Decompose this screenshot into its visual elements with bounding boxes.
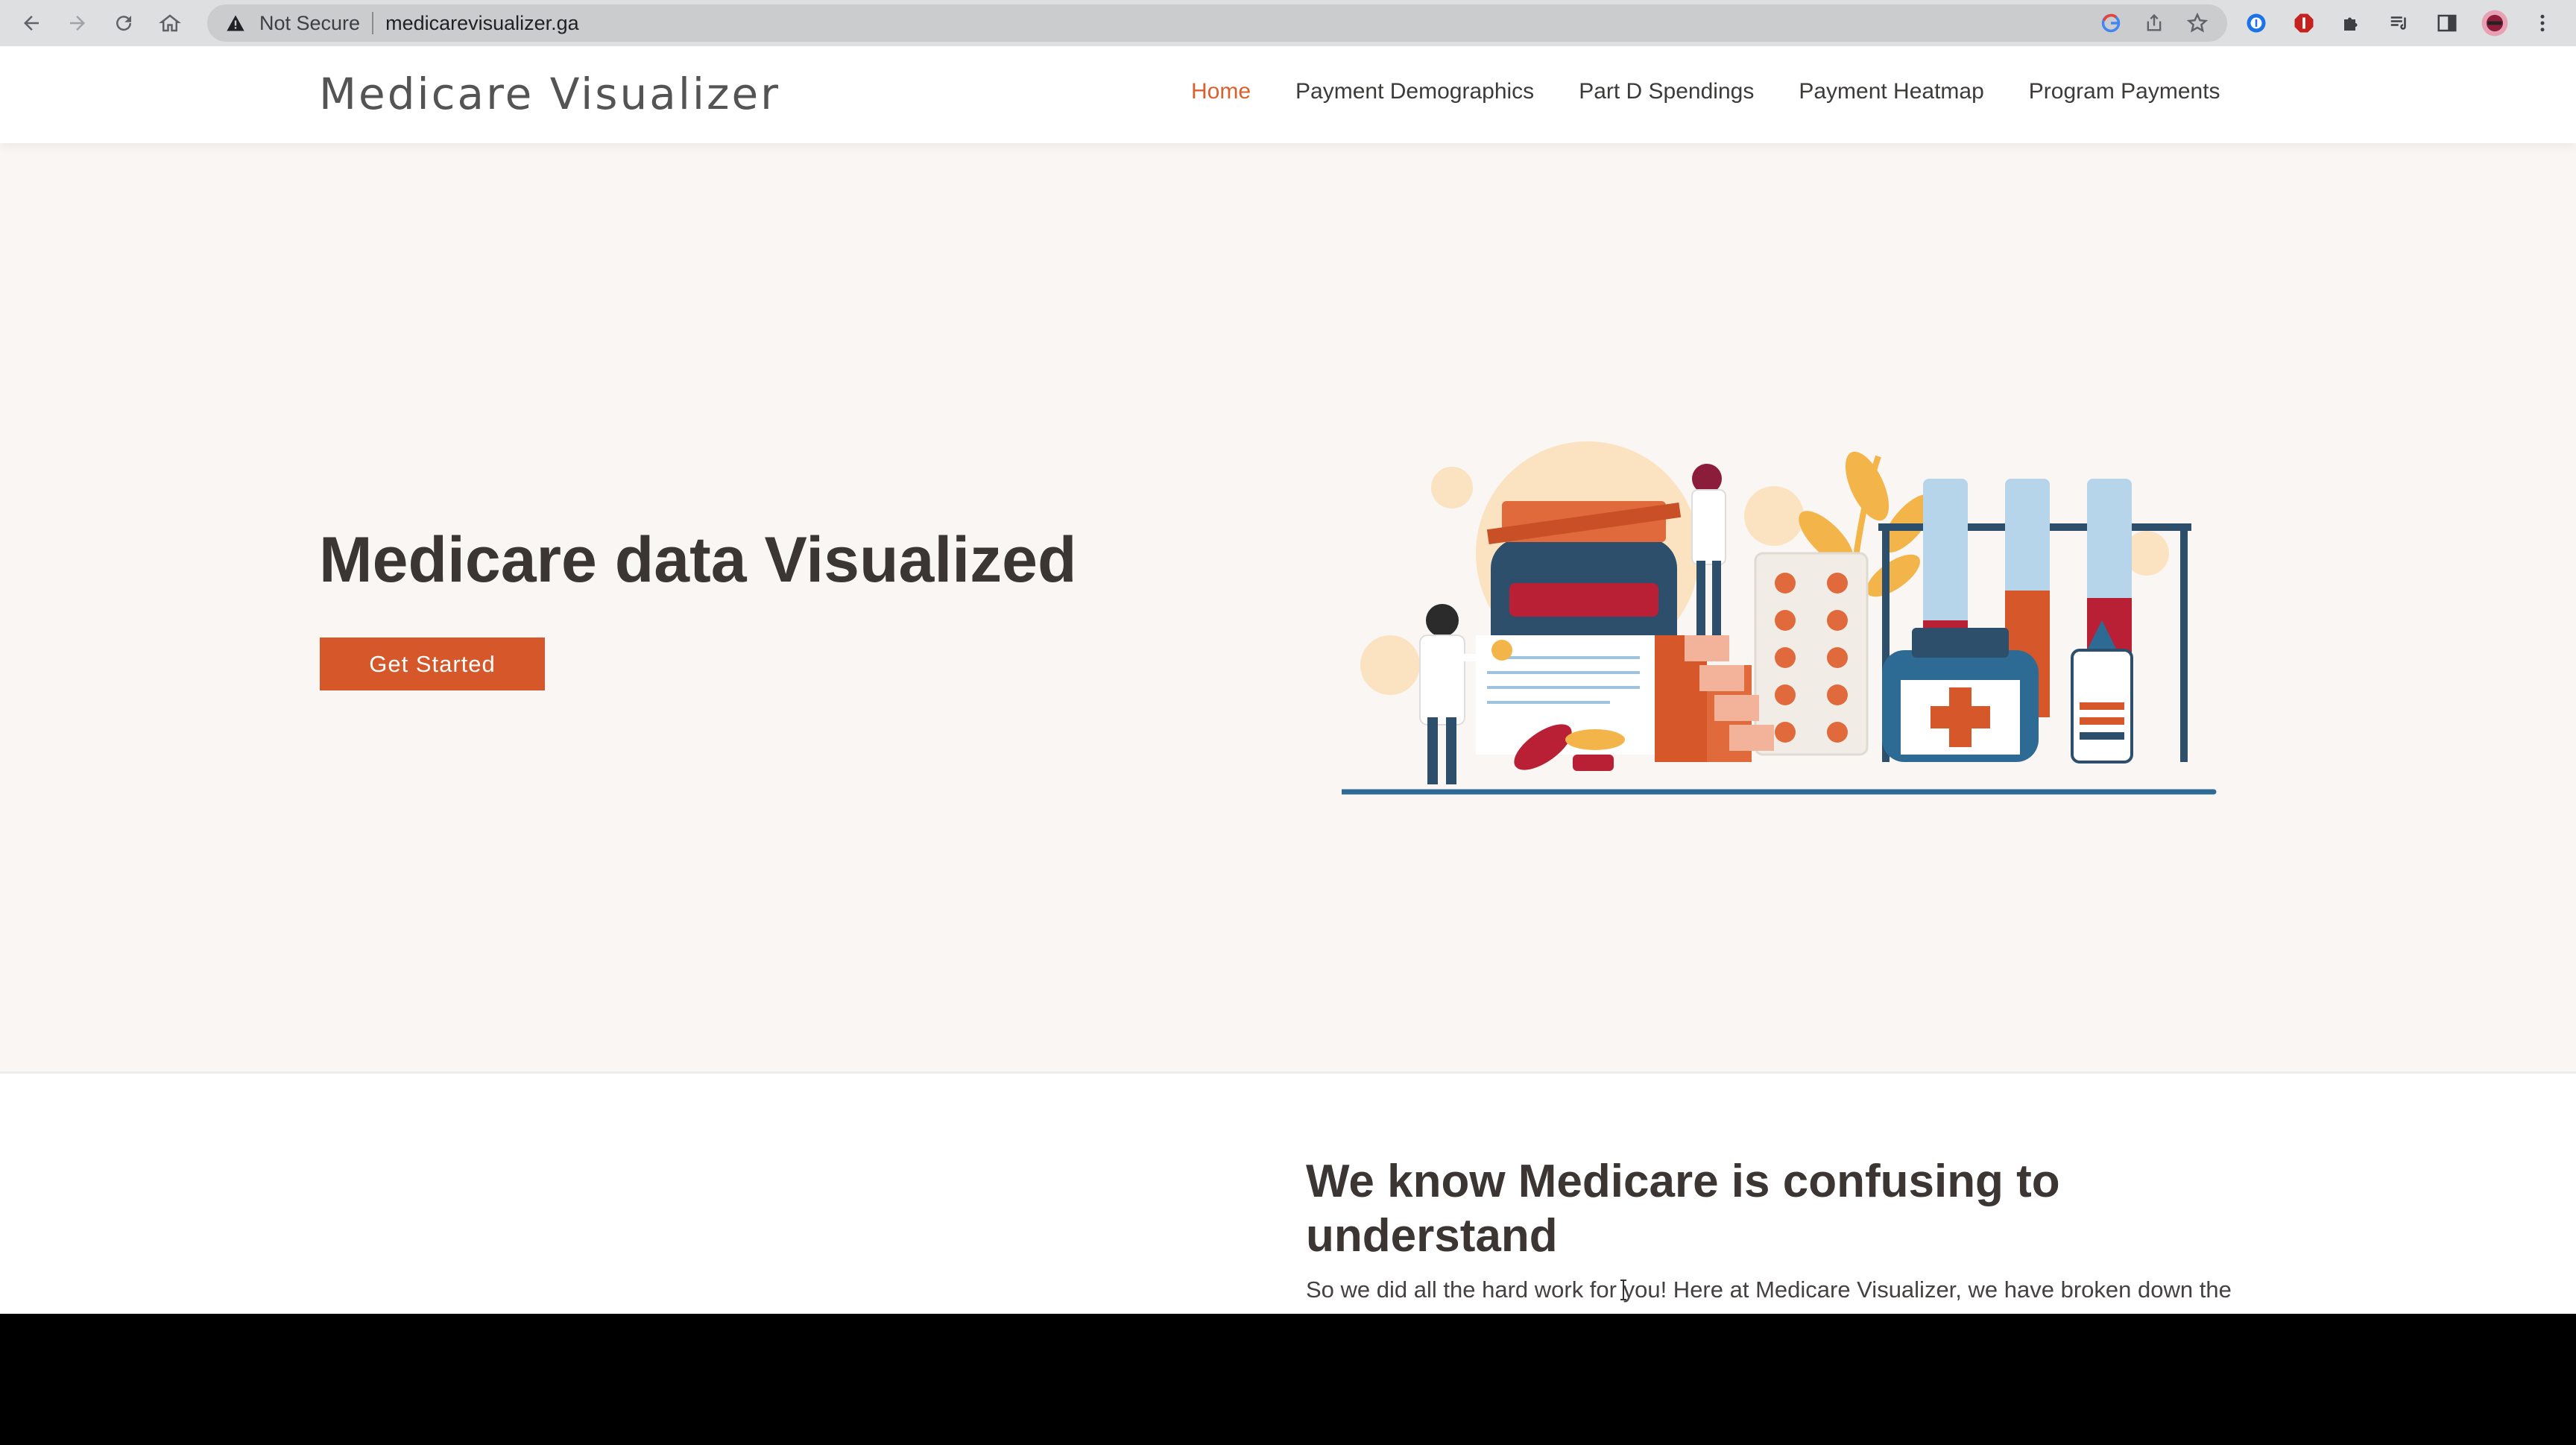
star-icon[interactable] (2185, 11, 2209, 35)
side-panel-icon[interactable] (2433, 9, 2461, 37)
google-icon[interactable] (2099, 11, 2123, 35)
adblock-icon[interactable] (2290, 9, 2318, 37)
site-brand[interactable]: Medicare Visualizer (319, 69, 780, 119)
extensions-area (2242, 9, 2576, 37)
nav-part-d-spendings[interactable]: Part D Spendings (1579, 79, 1754, 104)
media-controls-icon[interactable] (2385, 9, 2414, 37)
nav-payment-heatmap[interactable]: Payment Heatmap (1799, 79, 1983, 104)
url-text[interactable]: medicarevisualizer.ga (385, 12, 579, 35)
browser-toolbar: Not Secure medicarevisualizer.ga (0, 0, 2576, 46)
web-page: Medicare Visualizer Home Payment Demogra… (0, 46, 2576, 1314)
back-button[interactable] (16, 8, 46, 38)
nav-program-payments[interactable]: Program Payments (2029, 79, 2220, 104)
about-section: We know Medicare is confusing to underst… (0, 1071, 2576, 1314)
security-label[interactable]: Not Secure (259, 12, 360, 35)
home-button[interactable] (155, 8, 185, 38)
password-manager-icon[interactable] (2242, 9, 2270, 37)
main-nav: Home Payment Demographics Part D Spendin… (1191, 79, 2220, 104)
forward-button[interactable] (63, 8, 92, 38)
puzzle-icon[interactable] (2337, 9, 2366, 37)
warning-triangle-icon (227, 15, 244, 31)
omnibox-divider (372, 12, 374, 34)
arrow-left-icon (24, 16, 39, 31)
nav-payment-demographics[interactable]: Payment Demographics (1295, 79, 1534, 104)
arrow-right-icon (70, 16, 85, 31)
screen-letterbox (0, 1314, 2576, 1445)
share-icon[interactable] (2142, 11, 2166, 35)
address-bar[interactable]: Not Secure medicarevisualizer.ga (207, 4, 2227, 42)
nav-home[interactable]: Home (1191, 79, 1251, 104)
avatar[interactable] (2481, 9, 2509, 37)
kebab-menu-icon[interactable] (2528, 9, 2557, 37)
medicine-illustration (1342, 441, 2217, 795)
hero-title: Medicare data Visualized (319, 524, 1077, 596)
reload-button[interactable] (109, 8, 139, 38)
about-title: We know Medicare is confusing to underst… (1306, 1156, 2060, 1262)
site-header: Medicare Visualizer Home Payment Demogra… (0, 46, 2576, 143)
home-icon (159, 14, 181, 32)
text-cursor-icon (1620, 1279, 1626, 1300)
about-body: So we did all the hard work for you! Her… (1306, 1276, 2232, 1303)
get-started-button[interactable]: Get Started (320, 638, 545, 690)
reload-icon (116, 16, 132, 31)
